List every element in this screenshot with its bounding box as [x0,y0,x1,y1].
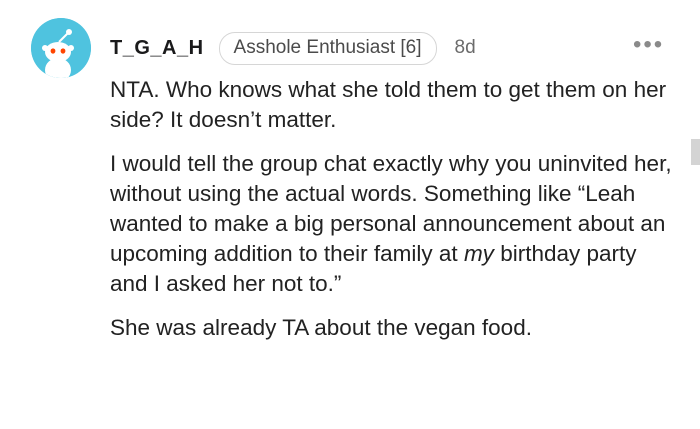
emphasis-text: my [463,241,494,266]
comment-body: NTA. Who knows what she told them to get… [110,75,680,357]
scrollbar-thumb[interactable] [691,139,700,165]
comment-age: 8d [454,37,476,58]
comment-paragraph: I would tell the group chat exactly why … [110,149,680,299]
snoo-avatar-icon [31,18,91,78]
user-flair: Asshole Enthusiast [6] [218,31,437,65]
more-options-icon[interactable]: ••• [633,33,664,57]
comment-header: T_G_A_H Asshole Enthusiast [6] 8d [110,31,476,65]
comment-paragraph: She was already TA about the vegan food. [110,315,532,340]
username-link[interactable]: T_G_A_H [110,37,204,60]
avatar[interactable] [31,18,91,78]
comment-paragraph: NTA. Who knows what she told them to get… [110,77,667,132]
